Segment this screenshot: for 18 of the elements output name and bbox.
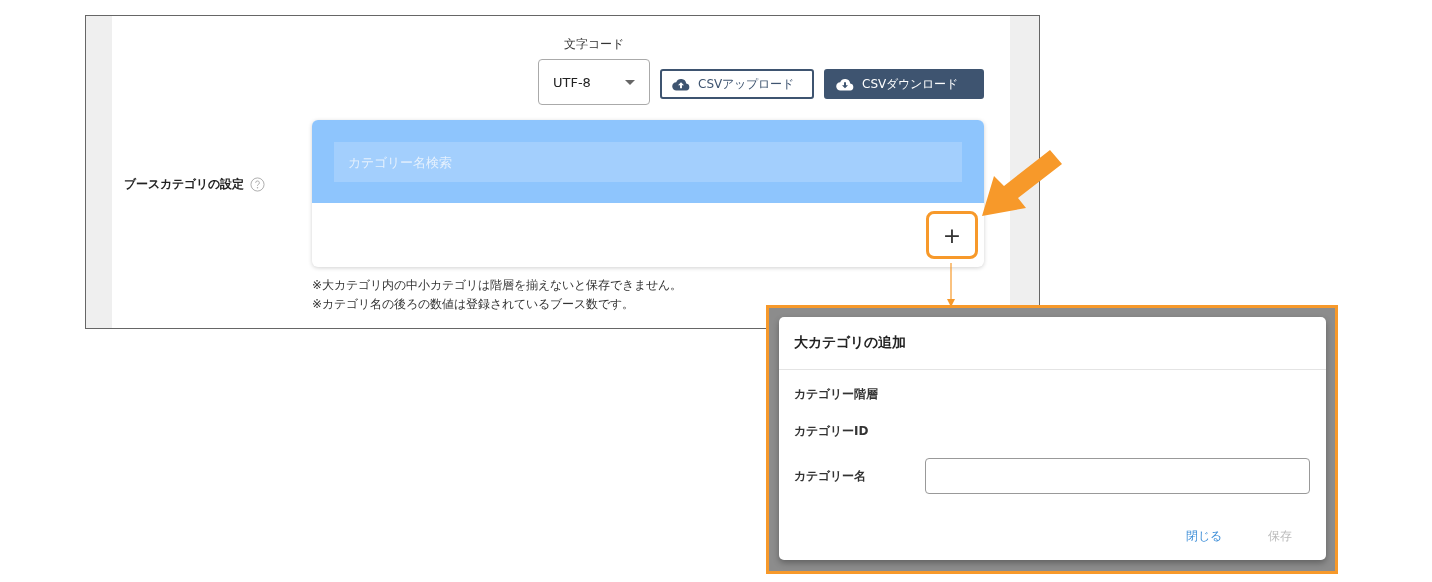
- input-field[interactable]: [925, 458, 1310, 494]
- note-text: ※カテゴリ名の後ろの数値は登録されているブース数です。: [312, 296, 636, 313]
- encoding-select[interactable]: UTF-8: [538, 59, 650, 105]
- encoding-label: 文字コード: [564, 36, 624, 53]
- help-icon[interactable]: [250, 177, 265, 192]
- caret-icon: [625, 79, 635, 85]
- field-label: カテゴリー名: [794, 467, 867, 485]
- close-button[interactable]: 閉じる: [1180, 527, 1228, 546]
- field-label: カテゴリーID: [794, 423, 870, 440]
- note-text: ※大カテゴリ内の中小カテゴリは階層を揃えないと保存できません。: [312, 277, 684, 294]
- add-button[interactable]: +: [926, 211, 978, 259]
- csv-download-button[interactable]: CSVダウンロード: [824, 69, 984, 99]
- csv-upload-button[interactable]: CSVアップロード: [660, 69, 814, 99]
- dialog-title: 大カテゴリの追加: [779, 317, 1326, 370]
- cloud-download-icon: [836, 77, 854, 91]
- field-label: ブースカテゴリの設定: [124, 176, 244, 193]
- field-label: カテゴリー階層: [794, 386, 879, 403]
- cloud-upload-icon: [672, 77, 690, 91]
